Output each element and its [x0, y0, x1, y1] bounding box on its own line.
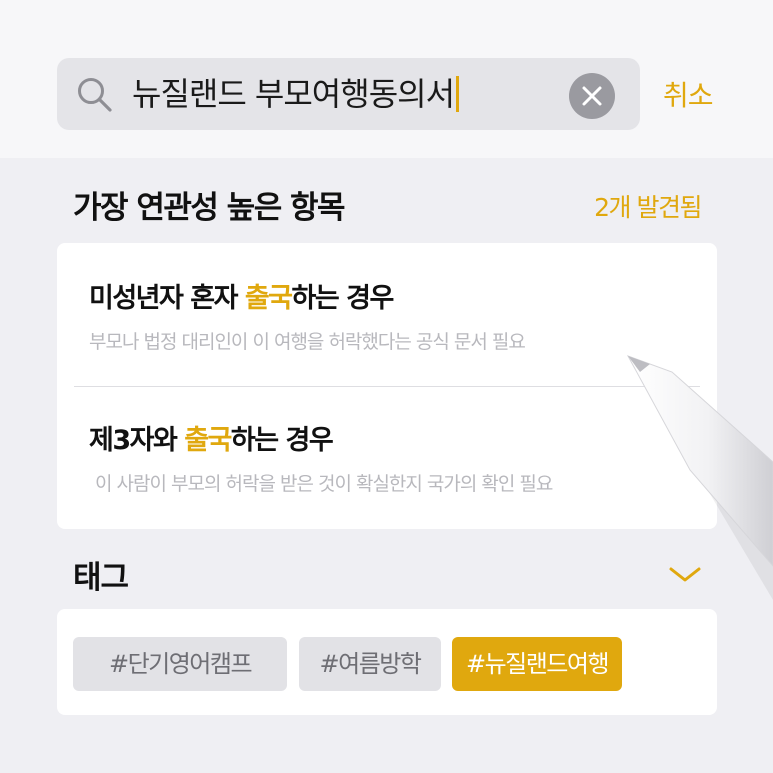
result-description: 이 사람이 부모의 허락을 받은 것이 확실한지 국가의 확인 필요 — [95, 473, 553, 495]
results-count: 2개 발견됨 — [594, 193, 702, 222]
result-title: 미성년자 혼자 출국하는 경우 — [89, 281, 699, 317]
tag-chip-selected[interactable]: #뉴질랜드여행 — [452, 637, 622, 691]
result-title-text: 미성년자 혼자 — [89, 283, 245, 314]
search-input[interactable]: 뉴질랜드 부모여행동의서 — [132, 72, 460, 116]
result-title-highlight: 출국 — [244, 283, 293, 314]
tag-chip[interactable]: #여름방학 — [299, 637, 441, 691]
tag-chip[interactable]: #단기영어캠프 — [73, 637, 287, 691]
results-section-title: 가장 연관성 높은 항목 — [73, 190, 346, 226]
cancel-button[interactable]: 취소 — [663, 74, 714, 114]
text-cursor — [456, 76, 460, 112]
tags-card: #단기영어캠프 #여름방학 #뉴질랜드여행 — [57, 609, 717, 715]
clear-search-button[interactable] — [569, 73, 615, 119]
result-title-text: 하는 경우 — [291, 283, 395, 314]
search-icon — [75, 75, 115, 115]
search-query[interactable]: 뉴질랜드 부모여행동의서 — [132, 75, 455, 113]
tags-section-title: 태그 — [73, 560, 129, 596]
result-title-text: 하는 경우 — [230, 425, 334, 456]
result-item[interactable]: 미성년자 혼자 출국하는 경우 부모나 법정 대리인이 이 여행을 허락했다는 … — [89, 281, 699, 354]
result-item[interactable]: 제3자와 출국하는 경우 이 사람이 부모의 허락을 받은 것이 확실한지 국가… — [89, 423, 699, 496]
divider — [74, 386, 700, 387]
clear-icon — [582, 86, 602, 106]
result-title-text: 제3자와 — [89, 425, 185, 456]
result-description: 부모나 법정 대리인이 이 여행을 허락했다는 공식 문서 필요 — [89, 331, 526, 353]
results-card: 미성년자 혼자 출국하는 경우 부모나 법정 대리인이 이 여행을 허락했다는 … — [57, 243, 717, 529]
result-title: 제3자와 출국하는 경우 — [89, 423, 699, 459]
chevron-down-icon[interactable] — [668, 565, 702, 589]
search-bar[interactable]: 뉴질랜드 부모여행동의서 — [57, 58, 640, 130]
result-title-highlight: 출국 — [184, 425, 232, 456]
